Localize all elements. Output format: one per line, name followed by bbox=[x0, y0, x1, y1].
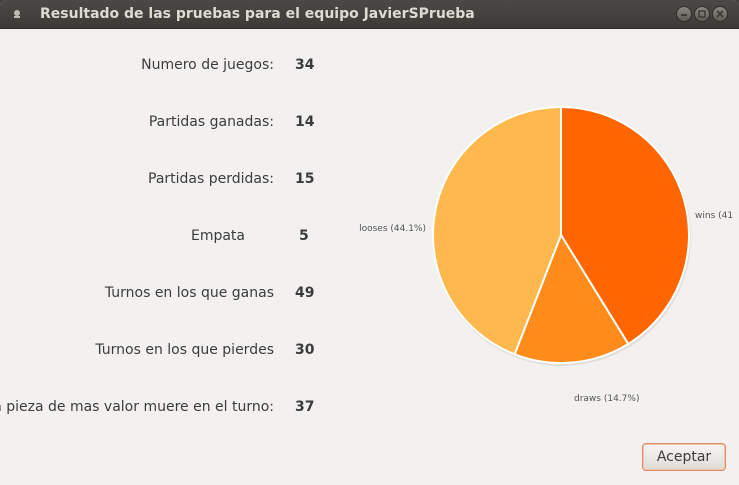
pie-label-draws: draws (14.7%) bbox=[574, 394, 639, 404]
minimize-button[interactable] bbox=[676, 6, 692, 22]
stat-label: Turnos en los que ganas bbox=[104, 285, 274, 301]
stat-label: Partidas perdidas: bbox=[148, 171, 274, 187]
accept-button[interactable]: Aceptar bbox=[642, 443, 726, 471]
stat-value: 15 bbox=[295, 171, 315, 187]
close-button[interactable] bbox=[712, 6, 728, 22]
stat-label: Partidas ganadas: bbox=[148, 114, 274, 130]
stat-label: Empata bbox=[190, 228, 245, 244]
stat-value: 14 bbox=[295, 114, 315, 130]
maximize-icon bbox=[698, 10, 706, 18]
close-icon bbox=[716, 10, 724, 18]
stat-label: La pieza de mas valor muere en el turno: bbox=[0, 399, 274, 415]
window-menu-icon[interactable] bbox=[12, 9, 22, 19]
stat-label: Turnos en los que pierdes bbox=[95, 342, 274, 358]
results-window: Resultado de las pruebas para el equipo … bbox=[0, 0, 739, 485]
content-area: Numero de juegos: 34 Partidas ganadas: 1… bbox=[0, 29, 739, 485]
stat-value: 5 bbox=[299, 228, 309, 244]
pie-label-wins: wins (41 bbox=[695, 211, 733, 221]
window-title: Resultado de las pruebas para el equipo … bbox=[40, 6, 475, 22]
pie-label-looses: looses (44.1%) bbox=[359, 224, 426, 234]
stat-value: 30 bbox=[295, 342, 315, 358]
maximize-button[interactable] bbox=[694, 6, 710, 22]
stat-value: 49 bbox=[295, 285, 315, 301]
title-bar: Resultado de las pruebas para el equipo … bbox=[0, 0, 739, 29]
minimize-icon bbox=[681, 14, 687, 16]
stat-row-games: Numero de juegos: 34 bbox=[0, 57, 739, 77]
stat-value: 34 bbox=[295, 57, 315, 73]
stat-label: Numero de juegos: bbox=[141, 57, 274, 73]
stat-value: 37 bbox=[295, 399, 315, 415]
results-pie-chart: wins (41 draws (14.7%) looses (44.1%) bbox=[359, 105, 733, 404]
